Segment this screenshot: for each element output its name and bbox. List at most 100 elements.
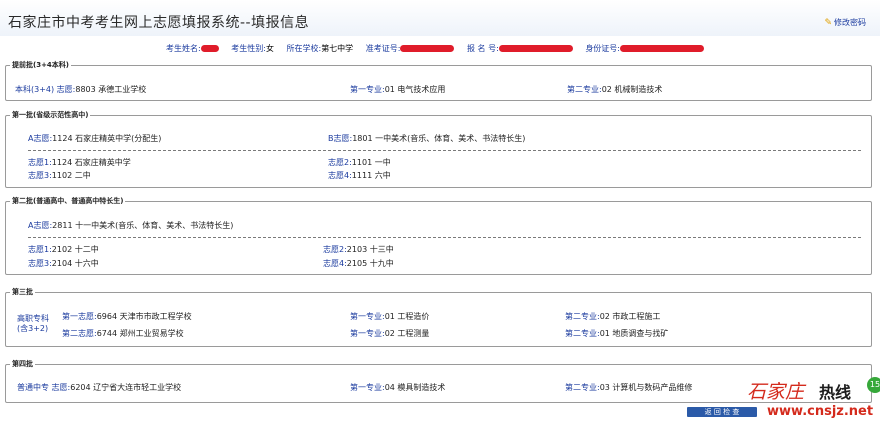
name-label: 考生姓名: bbox=[165, 44, 201, 53]
batch1-c1-value: 1124 石家庄精英中学 bbox=[51, 158, 131, 167]
batch1-divider bbox=[28, 150, 861, 151]
batch2-legend: 第二批(普通高中、普通高中特长生) bbox=[12, 197, 124, 205]
batch1-c2-value: 1101 一中 bbox=[351, 158, 391, 167]
batch2-c3-label: 志愿3: bbox=[28, 259, 52, 268]
registration-number-label: 报 名 号: bbox=[466, 44, 499, 53]
modify-password-link[interactable]: ✎ 修改密码 bbox=[824, 17, 866, 28]
batch4-category: 普通中专 bbox=[17, 383, 49, 392]
gender-value: 女 bbox=[265, 44, 274, 53]
batch3-r1-major2: 第二专业:02 市政工程施工 bbox=[565, 311, 660, 322]
batch4-major1: 第一专业:04 模具制造技术 bbox=[350, 382, 445, 393]
watermark-url: www.cnsjz.net bbox=[767, 404, 874, 419]
batch1-b-label: B志愿: bbox=[328, 134, 353, 143]
batch3-r2-m1-label: 第一专业: bbox=[350, 329, 385, 338]
early-major2-value: 02 机械制造技术 bbox=[601, 85, 663, 94]
redacted-name bbox=[200, 45, 219, 52]
id-number-label: 身份证号: bbox=[585, 44, 621, 53]
early-choice-row: 本科(3+4) 志愿:8803 承德工业学校 bbox=[15, 84, 146, 95]
batch3-r2-m2-value: 01 地质调查与找矿 bbox=[599, 329, 669, 338]
batch2-c3-value: 2104 十六中 bbox=[51, 259, 99, 268]
exam-number-label: 准考证号: bbox=[365, 44, 401, 53]
batch1-c3-label: 志愿3: bbox=[28, 171, 52, 180]
batch3-r1-m2-label: 第二专业: bbox=[565, 312, 600, 321]
batch3-category-line2: (含3+2) bbox=[17, 324, 49, 333]
redacted-exam-number bbox=[400, 45, 455, 52]
batch3-legend: 第三批 bbox=[12, 288, 33, 296]
watermark-badge: 15 bbox=[867, 377, 880, 393]
batch3-r2-m2-label: 第二专业: bbox=[565, 329, 600, 338]
school-value: 第七中学 bbox=[321, 44, 354, 53]
batch2-choice-1: 志愿1:2102 十二中 bbox=[28, 244, 99, 255]
batch3-category: 高职专科 (含3+2) bbox=[17, 314, 49, 334]
edit-icon: ✎ bbox=[824, 18, 832, 28]
batch2-divider bbox=[28, 237, 861, 238]
batch2-choice-4: 志愿4:2105 十九中 bbox=[323, 258, 394, 269]
early-choice-label: 志愿: bbox=[56, 85, 76, 94]
batch3-category-line1: 高职专科 bbox=[17, 314, 49, 323]
student-info-bar: 考生姓名: 考生性别:女 所在学校:第七中学 准考证号: 报 名 号: 身份证号… bbox=[0, 43, 880, 54]
batch2-c1-label: 志愿1: bbox=[28, 245, 52, 254]
batch2-c4-label: 志愿4: bbox=[323, 259, 347, 268]
page-title: 石家庄市中考考生网上志愿填报系统--填报信息 bbox=[8, 15, 310, 31]
batch3-r1-major1: 第一专业:01 工程造价 bbox=[350, 311, 429, 322]
batch3-r1-m2-value: 02 市政工程施工 bbox=[599, 312, 661, 321]
batch1-a-value: 1124 石家庄精英中学(分配生) bbox=[52, 134, 162, 143]
batch4-section: 第四批 bbox=[5, 359, 872, 403]
batch1-b-value: 1801 一中美术(音乐、体育、美术、书法特长生) bbox=[352, 134, 526, 143]
batch4-major1-value: 04 模具制造技术 bbox=[384, 383, 446, 392]
watermark-brand: 石家庄 bbox=[747, 381, 805, 403]
page-header: 石家庄市中考考生网上志愿填报系统--填报信息 ✎ 修改密码 bbox=[0, 0, 880, 36]
batch2-c4-value: 2105 十九中 bbox=[346, 259, 394, 268]
batch1-choice-1: 志愿1:1124 石家庄精英中学 bbox=[28, 157, 131, 168]
batch1-a-label: A志愿: bbox=[28, 134, 53, 143]
batch1-choice-2: 志愿2:1101 一中 bbox=[328, 157, 391, 168]
batch4-major2: 第二专业:03 计算机与数码产品维修 bbox=[565, 382, 692, 393]
batch3-r2-m1-value: 02 工程测量 bbox=[384, 329, 430, 338]
batch2-c1-value: 2102 十二中 bbox=[51, 245, 99, 254]
batch1-c2-label: 志愿2: bbox=[328, 158, 352, 167]
early-major1-value: 01 电气技术应用 bbox=[384, 85, 446, 94]
batch3-r1-choice-label: 第一志愿: bbox=[62, 312, 97, 321]
batch2-choice-3: 志愿3:2104 十六中 bbox=[28, 258, 99, 269]
batch4-choice-row: 普通中专 志愿:6204 辽宁省大连市轻工业学校 bbox=[17, 382, 181, 393]
early-major2: 第二专业:02 机械制造技术 bbox=[567, 84, 662, 95]
batch3-r1-m1-label: 第一专业: bbox=[350, 312, 385, 321]
batch1-choice-3: 志愿3:1102 二中 bbox=[28, 170, 91, 181]
batch2-section: 第二批(普通高中、普通高中特长生) bbox=[5, 196, 872, 275]
batch2-a-label: A志愿: bbox=[28, 221, 53, 230]
batch1-c4-value: 1111 六中 bbox=[351, 171, 391, 180]
batch2-c2-label: 志愿2: bbox=[323, 245, 347, 254]
batch1-legend: 第一批(省级示范性高中) bbox=[12, 111, 89, 119]
batch1-c1-label: 志愿1: bbox=[28, 158, 52, 167]
batch2-choice-a: A志愿:2811 十一中美术(音乐、体育、美术、书法特长生) bbox=[28, 220, 233, 231]
batch1-section: 第一批(省级示范性高中) bbox=[5, 110, 872, 188]
batch4-legend: 第四批 bbox=[12, 360, 33, 368]
batch3-r2-major2: 第二专业:01 地质调查与找矿 bbox=[565, 328, 668, 339]
batch1-choice-b: B志愿:1801 一中美术(音乐、体育、美术、书法特长生) bbox=[328, 133, 525, 144]
batch1-choice-a: A志愿:1124 石家庄精英中学(分配生) bbox=[28, 133, 161, 144]
batch4-choice-label: 志愿: bbox=[51, 383, 71, 392]
early-major1: 第一专业:01 电气技术应用 bbox=[350, 84, 445, 95]
batch3-r2-major1: 第一专业:02 工程测量 bbox=[350, 328, 429, 339]
early-major2-label: 第二专业: bbox=[567, 85, 602, 94]
site-watermark: 石家庄 热线 www.cnsjz.net 15 bbox=[747, 377, 880, 428]
watermark-hotline: 热线 bbox=[819, 383, 852, 402]
batch4-choice-value: 6204 辽宁省大连市轻工业学校 bbox=[70, 383, 182, 392]
batch2-c2-value: 2103 十三中 bbox=[346, 245, 394, 254]
batch3-r1-choice-value: 6964 天津市市政工程学校 bbox=[96, 312, 192, 321]
batch3-r2-choice-label: 第二志愿: bbox=[62, 329, 97, 338]
batch3-r1-m1-value: 01 工程造价 bbox=[384, 312, 430, 321]
redacted-registration-number bbox=[498, 45, 573, 52]
batch3-choice-2: 第二志愿:6744 郑州工业贸易学校 bbox=[62, 328, 184, 339]
batch1-choice-4: 志愿4:1111 六中 bbox=[328, 170, 391, 181]
batch2-choice-2: 志愿2:2103 十三中 bbox=[323, 244, 394, 255]
early-choice-value: 8803 承德工业学校 bbox=[75, 85, 147, 94]
modify-password-label: 修改密码 bbox=[834, 18, 866, 27]
batch3-r2-choice-value: 6744 郑州工业贸易学校 bbox=[96, 329, 184, 338]
batch1-c4-label: 志愿4: bbox=[328, 171, 352, 180]
batch4-major2-value: 03 计算机与数码产品维修 bbox=[599, 383, 693, 392]
batch3-choice-1: 第一志愿:6964 天津市市政工程学校 bbox=[62, 311, 192, 322]
redacted-id-number bbox=[620, 45, 705, 52]
early-batch-legend: 提前批(3+4本科) bbox=[12, 61, 70, 69]
early-category: 本科(3+4) bbox=[15, 85, 55, 94]
